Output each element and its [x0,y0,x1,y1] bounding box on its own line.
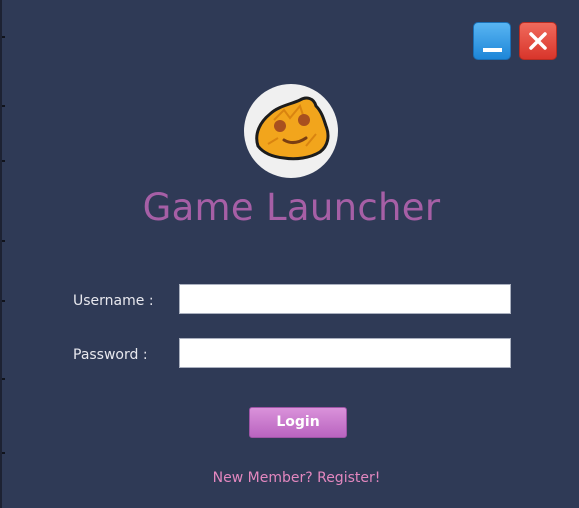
game-logo [244,84,338,178]
password-label: Password : [73,347,148,363]
minimize-icon [483,48,502,52]
username-label: Username : [73,293,154,309]
cheese-chip-mascot-icon [255,96,330,161]
minimize-button[interactable] [473,22,511,60]
username-input[interactable] [179,284,511,314]
launcher-window: Game Launcher Username : Password : Logi… [0,0,579,508]
password-input[interactable] [179,338,511,368]
left-edge-marks [2,0,5,508]
login-button[interactable]: Login [249,407,347,438]
app-title: Game Launcher [142,186,441,229]
close-icon [529,32,547,50]
register-link[interactable]: New Member? Register! [2,469,579,487]
close-button[interactable] [519,22,557,60]
